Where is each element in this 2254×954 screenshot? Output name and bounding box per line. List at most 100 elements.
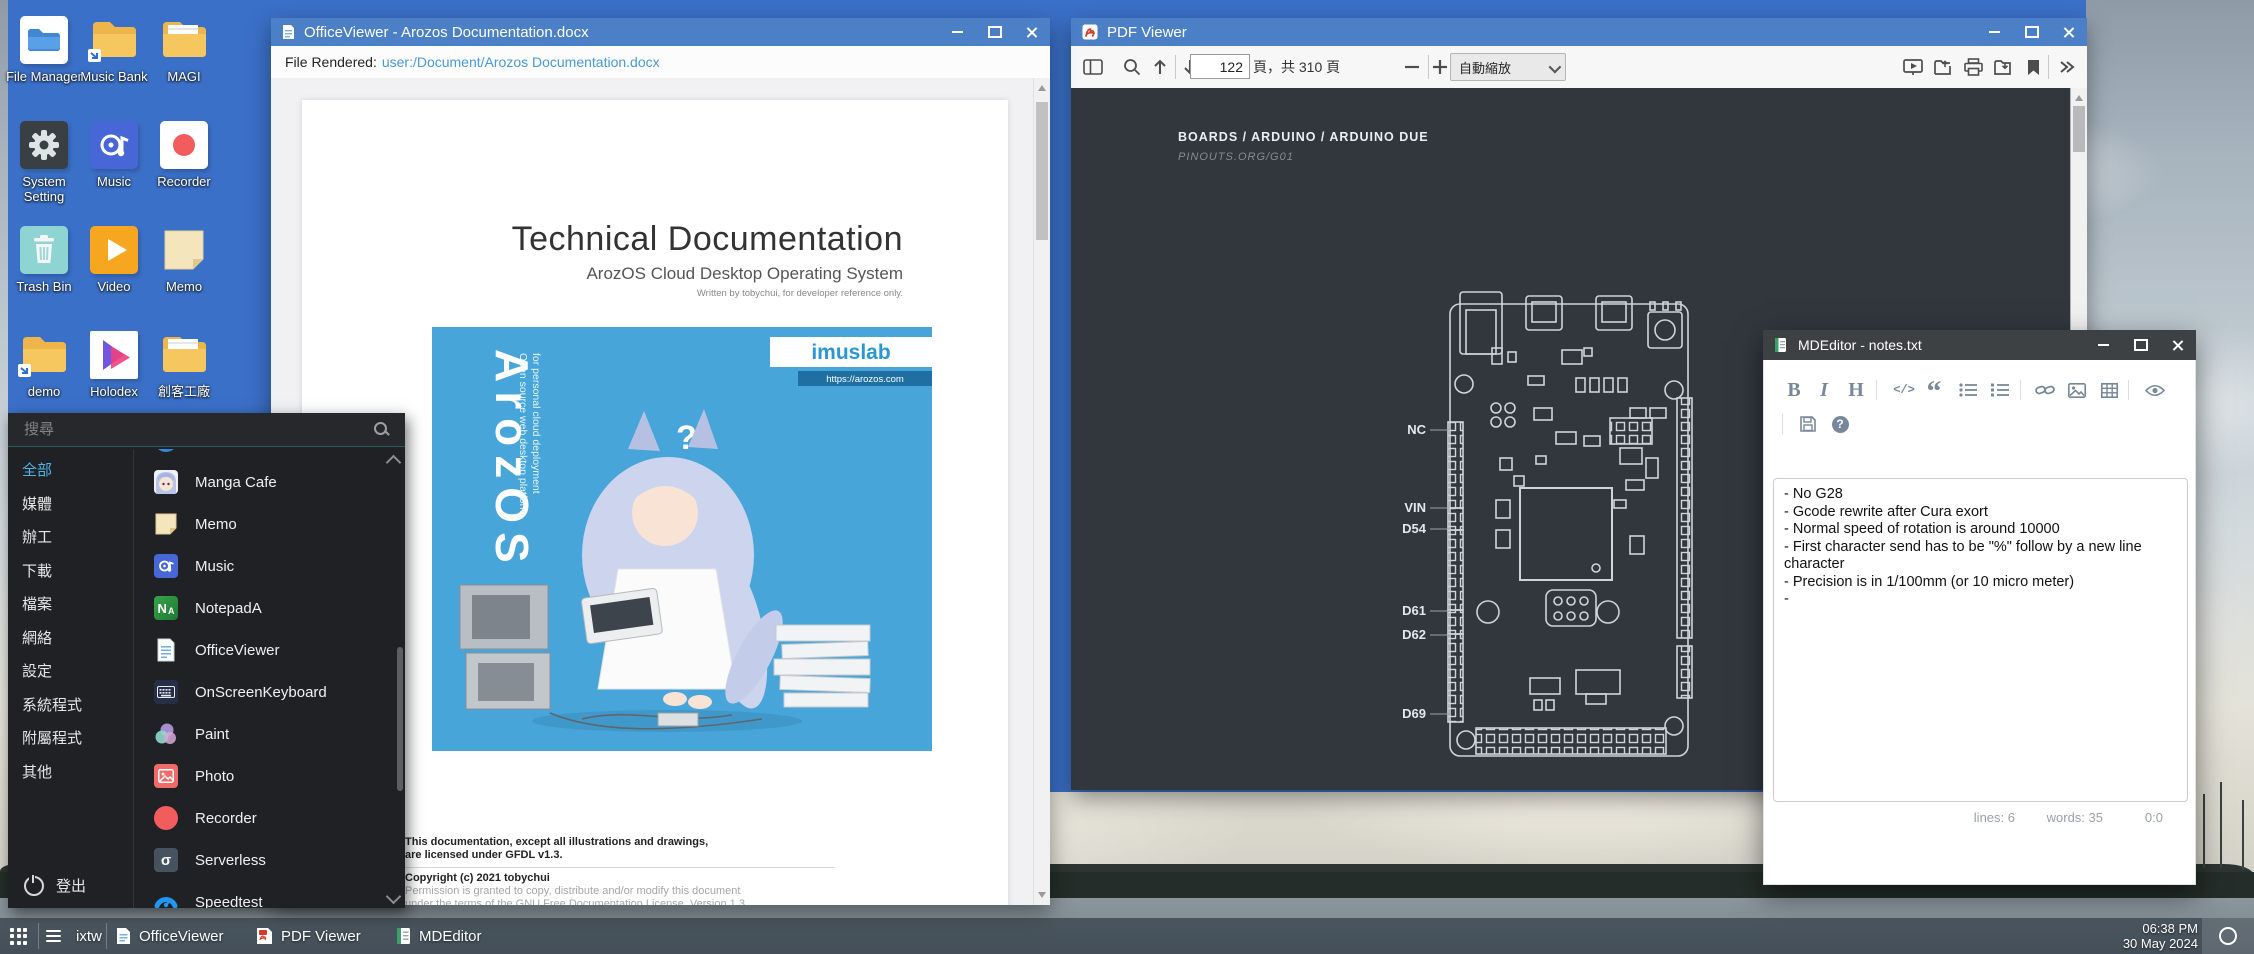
presentation-mode-icon[interactable] bbox=[1899, 46, 1927, 88]
search-icon[interactable] bbox=[373, 421, 391, 439]
mdeditor-close-button[interactable] bbox=[2159, 330, 2196, 360]
taskbar-clock[interactable]: 06:38 PM 30 May 2024 bbox=[2123, 918, 2198, 954]
scrollbar-thumb[interactable] bbox=[2073, 106, 2085, 152]
desktop-icon-holodex[interactable]: Holodex bbox=[76, 331, 152, 399]
desktop-icon-video[interactable]: Video bbox=[76, 226, 152, 294]
category-all[interactable]: 全部 bbox=[8, 453, 133, 487]
category-settings[interactable]: 設定 bbox=[8, 654, 133, 688]
cover-tagline-1: Open source web desktop platform bbox=[517, 353, 529, 516]
office-maximize-button[interactable] bbox=[976, 18, 1013, 46]
task-list-button[interactable] bbox=[46, 918, 61, 954]
scroll-up-icon[interactable] bbox=[2075, 95, 2083, 101]
notepada-letter-n: N bbox=[158, 601, 167, 616]
blockquote-button[interactable]: “ bbox=[1922, 380, 1946, 404]
desktop-icon-recorder[interactable]: Recorder bbox=[146, 121, 222, 189]
category-accessories[interactable]: 附屬程式 bbox=[8, 721, 133, 755]
zoom-in-icon[interactable] bbox=[1430, 46, 1450, 88]
app-item-partial[interactable] bbox=[134, 449, 405, 461]
table-icon[interactable] bbox=[2096, 378, 2122, 402]
mdeditor-window-title: MDEditor - notes.txt bbox=[1798, 337, 1922, 353]
italic-button[interactable]: I bbox=[1812, 378, 1836, 402]
app-item-manga-cafe[interactable]: Manga Cafe bbox=[134, 461, 405, 503]
category-system-tools[interactable]: 系統程式 bbox=[8, 688, 133, 722]
desktop-icon-label: File Manager bbox=[6, 69, 82, 84]
desktop-icon-maker-workshop[interactable]: 創客工廠 bbox=[146, 331, 222, 399]
search-icon[interactable] bbox=[1119, 46, 1145, 88]
category-network[interactable]: 網絡 bbox=[8, 621, 133, 655]
mdeditor-titlebar[interactable]: MDEditor - notes.txt bbox=[1763, 330, 2196, 360]
code-button[interactable]: </> bbox=[1890, 378, 1918, 402]
category-download[interactable]: 下載 bbox=[8, 554, 133, 588]
desktop-icon-file-manager[interactable]: File Manager bbox=[6, 16, 82, 84]
mdeditor-maximize-button[interactable] bbox=[2122, 330, 2159, 360]
zoom-select[interactable]: 自動縮放 bbox=[1450, 53, 1566, 81]
zoom-out-icon[interactable] bbox=[1399, 46, 1425, 88]
pin-label: D62 bbox=[1402, 627, 1426, 642]
page-number-input[interactable] bbox=[1190, 54, 1250, 79]
app-item-memo[interactable]: Memo bbox=[134, 503, 405, 545]
open-file-icon[interactable] bbox=[1929, 46, 1957, 88]
pdf-viewer-titlebar[interactable]: PDF Viewer bbox=[1071, 18, 2087, 46]
category-office[interactable]: 辦工 bbox=[8, 520, 133, 554]
preview-eye-icon[interactable] bbox=[2142, 378, 2168, 402]
logout-button[interactable]: 登出 bbox=[24, 875, 86, 896]
app-item-photo[interactable]: Photo bbox=[134, 755, 405, 797]
category-others[interactable]: 其他 bbox=[8, 755, 133, 789]
sidebar-toggle-icon[interactable] bbox=[1078, 46, 1108, 88]
office-scrollbar[interactable] bbox=[1033, 78, 1050, 905]
app-item-onscreenkeyboard[interactable]: OnScreenKeyboard bbox=[134, 671, 405, 713]
office-minimize-button[interactable] bbox=[939, 18, 976, 46]
help-icon[interactable]: ? bbox=[1828, 412, 1852, 436]
print-icon[interactable] bbox=[1959, 46, 1987, 88]
start-menu-app-list: Manga Cafe Memo Music bbox=[134, 449, 405, 908]
scroll-up-icon[interactable] bbox=[1038, 85, 1046, 91]
save-icon[interactable] bbox=[1796, 412, 1820, 436]
bullet-list-icon[interactable] bbox=[1956, 378, 1980, 402]
desktop-icon-memo[interactable]: Memo bbox=[146, 226, 222, 294]
desktop-icon-demo[interactable]: demo bbox=[6, 331, 82, 399]
taskbar-item-officeviewer[interactable]: OfficeViewer bbox=[116, 918, 224, 954]
pdf-close-button[interactable] bbox=[2050, 18, 2087, 46]
status-widget-button[interactable] bbox=[2202, 918, 2254, 954]
numbered-list-icon[interactable] bbox=[1988, 378, 2012, 402]
scrollbar-thumb[interactable] bbox=[397, 647, 403, 791]
bookmark-icon[interactable] bbox=[2021, 46, 2045, 88]
app-item-music[interactable]: Music bbox=[134, 545, 405, 587]
category-media[interactable]: 媒體 bbox=[8, 487, 133, 521]
taskbar-item-pdf-viewer[interactable]: PDF Viewer bbox=[256, 918, 361, 954]
desktop-icon-label: MAGI bbox=[146, 69, 222, 84]
heading-button[interactable]: H bbox=[1844, 378, 1868, 402]
image-icon[interactable] bbox=[2064, 378, 2090, 402]
app-item-notepada[interactable]: N A NotepadA bbox=[134, 587, 405, 629]
link-icon[interactable] bbox=[2032, 378, 2058, 402]
download-icon[interactable] bbox=[1989, 46, 2017, 88]
mdeditor-minimize-button[interactable] bbox=[2085, 330, 2122, 360]
toolbar-divider bbox=[2048, 55, 2049, 79]
search-input[interactable] bbox=[8, 421, 373, 438]
pdf-maximize-button[interactable] bbox=[2013, 18, 2050, 46]
document-icon bbox=[282, 24, 295, 40]
desktop-icon-trash-bin[interactable]: Trash Bin bbox=[6, 226, 82, 294]
scroll-down-icon[interactable] bbox=[1038, 892, 1046, 898]
pdf-minimize-button[interactable] bbox=[1976, 18, 2013, 46]
app-item-officeviewer[interactable]: OfficeViewer bbox=[134, 629, 405, 671]
desktop-icon-music[interactable]: Music bbox=[76, 121, 152, 189]
previous-page-icon[interactable] bbox=[1147, 46, 1173, 88]
more-tools-icon[interactable] bbox=[2052, 46, 2082, 88]
desktop-icon-magi[interactable]: MAGI bbox=[146, 16, 222, 84]
bold-button[interactable]: B bbox=[1782, 378, 1806, 402]
taskbar-item-mdeditor[interactable]: MDEditor bbox=[396, 918, 482, 954]
markdown-editor-textarea[interactable]: - No G28 - Gcode rewrite after Cura exor… bbox=[1773, 478, 2188, 802]
office-viewer-titlebar[interactable]: OfficeViewer - Arozos Documentation.docx bbox=[271, 18, 1050, 46]
category-files[interactable]: 檔案 bbox=[8, 587, 133, 621]
desktop-icon-system-setting[interactable]: System Setting bbox=[6, 121, 82, 204]
start-menu-button[interactable] bbox=[10, 918, 27, 954]
app-item-recorder[interactable]: Recorder bbox=[134, 797, 405, 839]
file-path-link[interactable]: user:/Document/Arozos Documentation.docx bbox=[382, 54, 660, 70]
app-item-serverless[interactable]: σ Serverless bbox=[134, 839, 405, 881]
desktop-icon-music-bank[interactable]: Music Bank bbox=[76, 16, 152, 84]
app-item-speedtest[interactable]: Speedtest bbox=[134, 881, 405, 908]
scrollbar-thumb[interactable] bbox=[1036, 102, 1048, 240]
app-item-paint[interactable]: Paint bbox=[134, 713, 405, 755]
office-close-button[interactable] bbox=[1013, 18, 1050, 46]
